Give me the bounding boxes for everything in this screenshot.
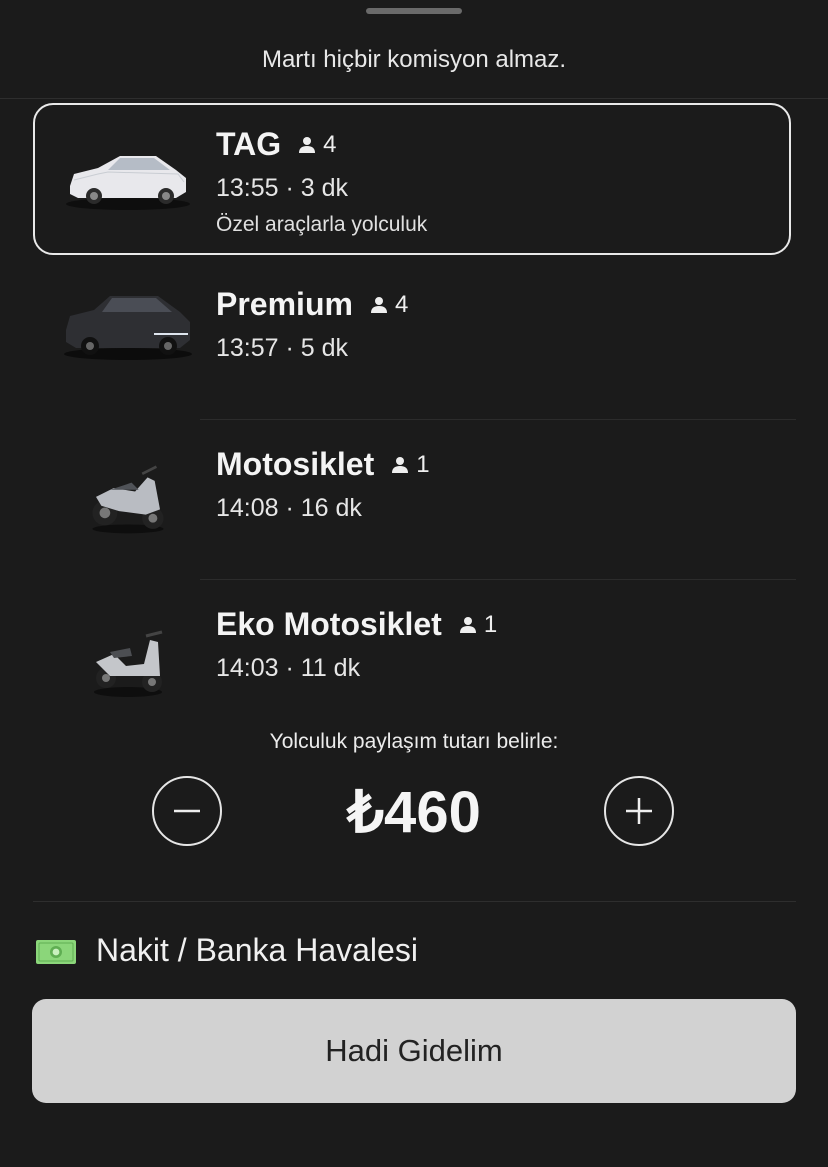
eta-time: 14:03 · 11 dk [216, 654, 361, 682]
share-amount-label: Yolculuk paylaşım tutarı belirle: [269, 730, 559, 753]
person-icon [459, 616, 476, 633]
payment-method-label[interactable]: Nakit / Banka Havalesi [96, 932, 418, 969]
top-divider [0, 98, 828, 99]
option-title: Motosiklet [216, 446, 375, 482]
white-sedan-icon [66, 156, 190, 210]
increase-amount-button[interactable] [604, 776, 674, 846]
option-description: Özel araçlarla yolculuk [216, 213, 428, 236]
capacity-count: 4 [394, 290, 409, 318]
black-suv-icon [64, 296, 192, 360]
lets-go-button[interactable]: Hadi Gidelim [32, 999, 796, 1103]
motorcycle-icon [92, 465, 164, 534]
payment-divider [33, 901, 796, 902]
ride-option-tag[interactable]: TAG 4 13:55 · 3 dk Özel araçlarla yolcul… [0, 100, 828, 260]
plus-icon [626, 798, 652, 824]
drag-handle[interactable] [366, 8, 462, 14]
ride-option-eko-motosiklet[interactable]: Eko Motosiklet 1 14:03 · 11 dk [0, 580, 828, 710]
option-title: Eko Motosiklet [216, 606, 442, 642]
ride-option-premium[interactable]: Premium 4 13:57 · 5 dk [0, 260, 828, 420]
share-amount: ₺460 [347, 780, 481, 845]
option-title: TAG [216, 126, 282, 162]
person-icon [299, 136, 316, 153]
eta-time: 13:55 · 3 dk [216, 174, 349, 202]
cash-icon [36, 940, 76, 964]
capacity-count: 1 [483, 610, 498, 638]
scooter-icon [94, 630, 163, 697]
person-icon [370, 296, 387, 313]
capacity-count: 1 [416, 450, 430, 478]
capacity-count: 4 [323, 130, 337, 158]
option-title: Premium [216, 286, 353, 322]
eta-time: 14:08 · 16 dk [216, 494, 362, 522]
commission-notice: Martı hiçbir komisyon almaz. [261, 46, 567, 73]
ride-option-motosiklet[interactable]: Motosiklet 1 14:08 · 16 dk [0, 420, 828, 580]
eta-time: 13:57 · 5 dk [216, 334, 349, 362]
person-icon [392, 456, 409, 473]
